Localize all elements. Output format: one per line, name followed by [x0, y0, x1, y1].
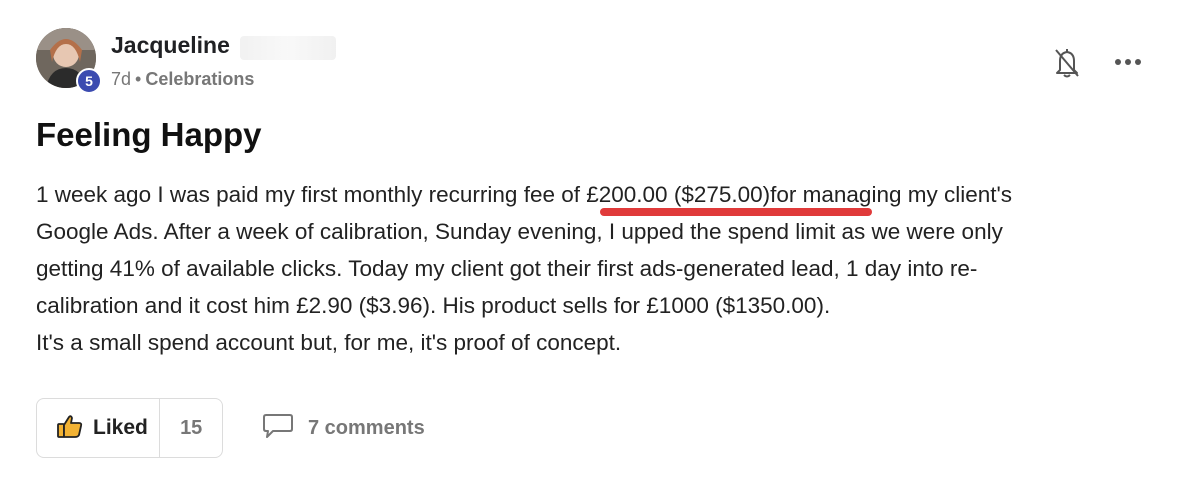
like-control: Liked 15 — [36, 398, 223, 458]
more-horizontal-icon[interactable] — [1108, 48, 1148, 76]
post-body-line: Google Ads. After a week of calibration,… — [36, 219, 1003, 244]
level-badge: 5 — [76, 68, 102, 94]
post-title: Feeling Happy — [36, 116, 262, 153]
like-label: Liked — [93, 416, 148, 439]
post-body: 1 week ago I was paid my first monthly r… — [36, 176, 1156, 361]
post-body-line: calibration and it cost him £2.90 ($3.96… — [36, 293, 831, 318]
post-meta: 7d • Celebrations — [111, 69, 254, 90]
post-body-line: It's a small spend account but, for me, … — [36, 330, 622, 355]
thumbs-up-icon — [57, 414, 83, 443]
author-name[interactable]: Jacqueline — [111, 32, 230, 59]
like-count[interactable]: 15 — [160, 417, 222, 440]
comments-label: 7 comments — [308, 417, 425, 439]
like-button[interactable]: Liked — [37, 399, 161, 457]
avatar[interactable]: 5 — [36, 28, 102, 94]
bell-off-icon[interactable] — [1052, 46, 1082, 80]
highlight-underline — [600, 208, 872, 216]
comment-icon — [262, 412, 294, 445]
post-category[interactable]: Celebrations — [145, 69, 254, 89]
post-age: 7d — [111, 69, 132, 89]
post-card: 5 Jacqueline 7d • Celebrations Feeling Hap… — [0, 0, 1200, 484]
post-body-line: 1 week ago I was paid my first monthly r… — [36, 182, 1013, 207]
meta-separator: • — [135, 69, 142, 89]
redacted-surname — [240, 36, 336, 60]
comments-link[interactable]: 7 comments — [262, 412, 425, 445]
post-body-line: getting 41% of available clicks. Today m… — [36, 256, 978, 281]
